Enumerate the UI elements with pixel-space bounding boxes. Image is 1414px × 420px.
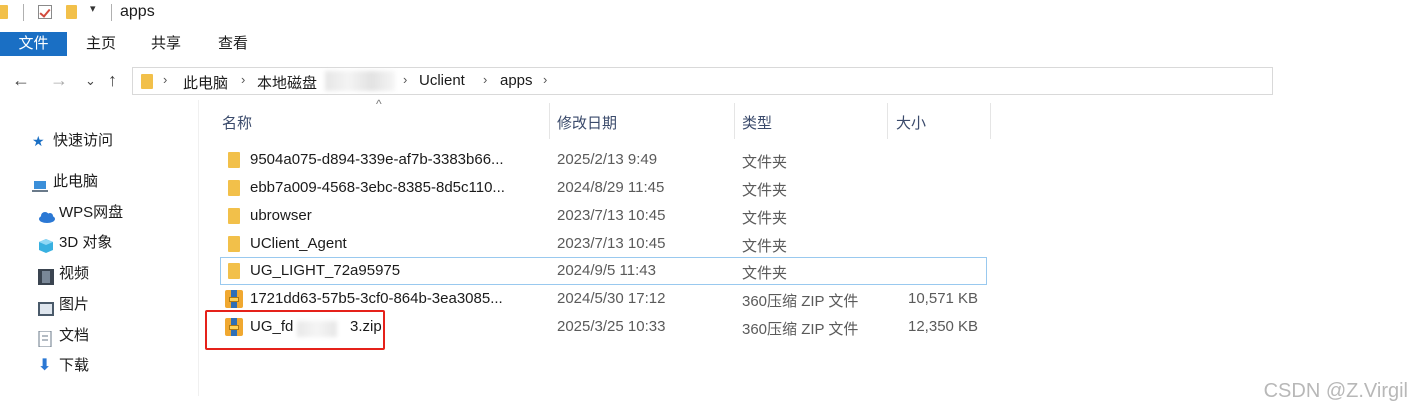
file-size: 10,571 KB xyxy=(908,290,979,307)
folder-icon xyxy=(228,263,240,279)
computer-icon xyxy=(32,175,48,193)
file-row[interactable]: 9504a075-d894-339e-af7b-3383b66... 2025/… xyxy=(220,146,987,174)
sidebar-item-quick-access[interactable]: ★ 快速访问 xyxy=(32,127,113,155)
column-header-name[interactable]: 名称 xyxy=(222,112,252,133)
file-date: 2023/7/13 10:45 xyxy=(557,235,666,252)
file-type: 文件夹 xyxy=(742,182,788,199)
chevron-right-icon[interactable]: › xyxy=(543,72,547,87)
film-icon xyxy=(38,267,54,286)
file-row[interactable]: ubrowser 2023/7/13 10:45 文件夹 xyxy=(220,202,987,230)
file-name: 1721dd63-57b5-3cf0-864b-3ea3085... xyxy=(250,290,503,307)
folder-icon xyxy=(0,5,8,19)
file-date: 2023/7/13 10:45 xyxy=(557,207,666,224)
folder-icon xyxy=(228,152,240,168)
cloud-icon xyxy=(38,206,55,224)
picture-icon xyxy=(38,298,54,317)
file-name: ebb7a009-4568-3ebc-8385-8d5c110... xyxy=(250,179,505,196)
zip-archive-icon xyxy=(225,290,243,308)
file-type: 文件夹 xyxy=(742,238,788,255)
file-type: 文件夹 xyxy=(742,265,788,282)
highlight-box xyxy=(205,310,385,350)
sidebar-item-label: 文档 xyxy=(59,327,90,344)
sidebar-item-label: WPS网盘 xyxy=(59,204,124,221)
column-divider[interactable] xyxy=(549,103,550,139)
sidebar-item-label: 快速访问 xyxy=(53,132,114,149)
sidebar-item-label: 下载 xyxy=(59,357,90,374)
column-header-type[interactable]: 类型 xyxy=(742,112,772,133)
arrow-up-icon[interactable]: ↑ xyxy=(108,70,117,91)
folder-icon xyxy=(228,236,240,252)
file-row[interactable]: ebb7a009-4568-3ebc-8385-8d5c110... 2024/… xyxy=(220,174,987,202)
new-folder-icon[interactable] xyxy=(66,5,77,19)
arrow-left-icon[interactable]: ← xyxy=(12,70,30,91)
column-divider[interactable] xyxy=(990,103,991,139)
sidebar-divider xyxy=(198,100,199,396)
breadcrumb-this-pc[interactable]: 此电脑 xyxy=(183,72,228,93)
sidebar-item-label: 视频 xyxy=(59,265,90,282)
title-bar: ▾ apps xyxy=(0,0,1414,26)
file-name: ubrowser xyxy=(250,207,312,224)
file-type: 360压缩 ZIP 文件 xyxy=(742,293,859,310)
tab-home[interactable]: 主页 xyxy=(86,32,116,56)
sidebar-item-documents[interactable]: 文档 xyxy=(38,322,89,350)
address-bar[interactable]: › 此电脑 › 本地磁盘 › Uclient › apps › xyxy=(132,67,1273,95)
file-name: UClient_Agent xyxy=(250,235,347,252)
sidebar-item-label: 3D 对象 xyxy=(59,234,113,251)
file-size: 12,350 KB xyxy=(908,318,979,335)
file-date: 2025/3/25 10:33 xyxy=(557,318,666,335)
file-type: 文件夹 xyxy=(742,154,788,171)
chevron-down-icon[interactable]: ⌄ xyxy=(85,73,96,89)
watermark: CSDN @Z.Virgil xyxy=(1263,380,1408,402)
window-title: apps xyxy=(120,3,155,20)
column-header-date[interactable]: 修改日期 xyxy=(557,112,617,133)
chevron-right-icon[interactable]: › xyxy=(163,72,167,87)
document-icon xyxy=(38,329,54,348)
file-name: UG_LIGHT_72a95975 xyxy=(250,262,401,279)
file-row[interactable]: 1721dd63-57b5-3cf0-864b-3ea3085... 2024/… xyxy=(220,285,987,313)
folder-icon xyxy=(228,180,240,196)
column-header-size[interactable]: 大小 xyxy=(896,112,926,133)
sidebar-item-label: 图片 xyxy=(59,296,90,313)
star-icon: ★ xyxy=(32,133,45,150)
file-row-selected[interactable]: UG_LIGHT_72a95975 2024/9/5 11:43 文件夹 xyxy=(220,257,987,285)
file-date: 2024/9/5 11:43 xyxy=(557,262,656,279)
file-date: 2024/5/30 17:12 xyxy=(557,290,666,307)
divider xyxy=(23,4,24,21)
column-divider[interactable] xyxy=(734,103,735,139)
file-date: 2025/2/13 9:49 xyxy=(557,151,658,168)
breadcrumb-uclient[interactable]: Uclient xyxy=(419,72,465,89)
sidebar-item-pictures[interactable]: 图片 xyxy=(38,291,89,319)
customize-toolbar-icon[interactable]: ▾ xyxy=(90,2,96,15)
breadcrumb-local-disk[interactable]: 本地磁盘 xyxy=(257,72,317,93)
arrow-right-icon[interactable]: → xyxy=(50,70,68,91)
tab-share[interactable]: 共享 xyxy=(151,32,181,56)
sidebar-item-wps-cloud[interactable]: WPS网盘 xyxy=(38,199,123,227)
sidebar-item-3d-objects[interactable]: 3D 对象 xyxy=(38,229,112,257)
breadcrumb-apps[interactable]: apps xyxy=(500,72,533,89)
sort-up-icon: ^ xyxy=(376,97,382,111)
folder-icon xyxy=(228,208,240,224)
redacted-region xyxy=(325,71,395,91)
sidebar-item-this-pc[interactable]: 此电脑 xyxy=(32,168,98,196)
file-name: 9504a075-d894-339e-af7b-3383b66... xyxy=(250,151,504,168)
sidebar-item-label: 此电脑 xyxy=(53,173,99,190)
chevron-right-icon[interactable]: › xyxy=(483,72,487,87)
download-icon: ⬇ xyxy=(38,357,52,375)
folder-icon xyxy=(141,74,153,89)
sidebar-item-downloads[interactable]: ⬇ 下载 xyxy=(38,352,89,380)
tab-view[interactable]: 查看 xyxy=(218,32,248,56)
file-type: 文件夹 xyxy=(742,210,788,227)
cube-icon xyxy=(38,236,54,254)
chevron-right-icon[interactable]: › xyxy=(403,72,407,87)
file-row[interactable]: UClient_Agent 2023/7/13 10:45 文件夹 xyxy=(220,230,987,258)
divider xyxy=(111,4,112,21)
file-date: 2024/8/29 11:45 xyxy=(557,179,665,196)
tab-file[interactable]: 文件 xyxy=(0,32,67,56)
column-divider[interactable] xyxy=(887,103,888,139)
sidebar-item-videos[interactable]: 视频 xyxy=(38,260,89,288)
chevron-right-icon[interactable]: › xyxy=(241,72,245,87)
properties-icon[interactable] xyxy=(38,5,52,19)
file-type: 360压缩 ZIP 文件 xyxy=(742,321,859,338)
